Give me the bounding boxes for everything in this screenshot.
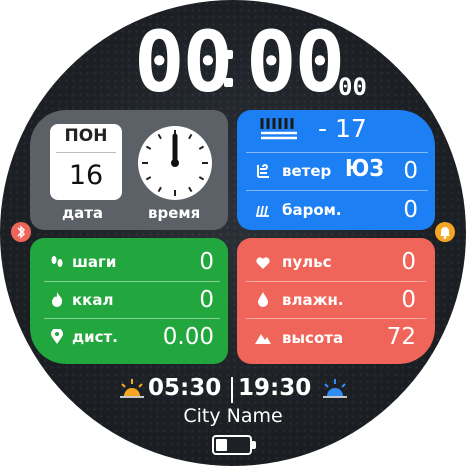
minutes: 00 (246, 13, 345, 111)
temperature: - 17 (318, 114, 367, 143)
analog-clock-icon (138, 126, 212, 200)
wind-label: ветер (282, 162, 332, 180)
sunset-icon (322, 378, 348, 398)
barometer-label: баром. (282, 201, 342, 219)
humidity-value: 0 (401, 287, 416, 313)
kcal-value: 0 (199, 287, 214, 313)
distance-value: 0.00 (162, 324, 214, 350)
altitude-value: 72 (386, 324, 416, 350)
steps-label: шаги (72, 253, 117, 271)
altitude-label: высота (282, 329, 344, 347)
battery-level (216, 439, 227, 451)
alarm-bell-icon[interactable] (435, 222, 455, 242)
weekday: ПОН (64, 126, 108, 146)
time-colon (224, 46, 234, 98)
mountain-icon (255, 331, 271, 344)
battery-icon (212, 435, 256, 455)
weather-fog-icon (260, 115, 298, 143)
wind-value: 0 (403, 158, 418, 184)
watch-face: 00 00 00 ПОН 16 дата время - 17 ветер ЮЗ… (0, 0, 466, 466)
sunrise-time: 05:30 (148, 375, 222, 401)
barometer-value: 0 (403, 197, 418, 223)
city-name: City Name (183, 405, 283, 427)
heart-icon (256, 256, 270, 269)
humidity-label: влажн. (282, 291, 344, 309)
pulse-label: пульс (282, 253, 332, 271)
droplet-icon (257, 292, 269, 307)
wind-icon (256, 164, 270, 178)
kcal-label: ккал (72, 291, 114, 309)
distance-label: дист. (72, 328, 118, 346)
flame-icon (51, 292, 63, 307)
hours: 00 (134, 13, 233, 111)
sunset-time: 19:30 (238, 375, 312, 401)
bluetooth-icon[interactable] (11, 222, 31, 242)
sunrise-icon (119, 378, 145, 398)
day-number: 16 (68, 160, 104, 191)
pulse-value: 0 (401, 249, 416, 275)
footsteps-icon (50, 255, 64, 269)
seconds: 00 (338, 73, 367, 101)
calendar-icon: ПОН 16 (50, 124, 122, 200)
sun-divider (231, 377, 233, 403)
barometer-icon (256, 204, 270, 217)
digital-time: 00 00 00 (134, 14, 367, 110)
clock-label: время (148, 204, 201, 222)
location-pin-icon (51, 328, 63, 344)
date-label: дата (62, 204, 104, 222)
wind-direction: ЮЗ (345, 156, 384, 182)
steps-value: 0 (199, 249, 214, 275)
